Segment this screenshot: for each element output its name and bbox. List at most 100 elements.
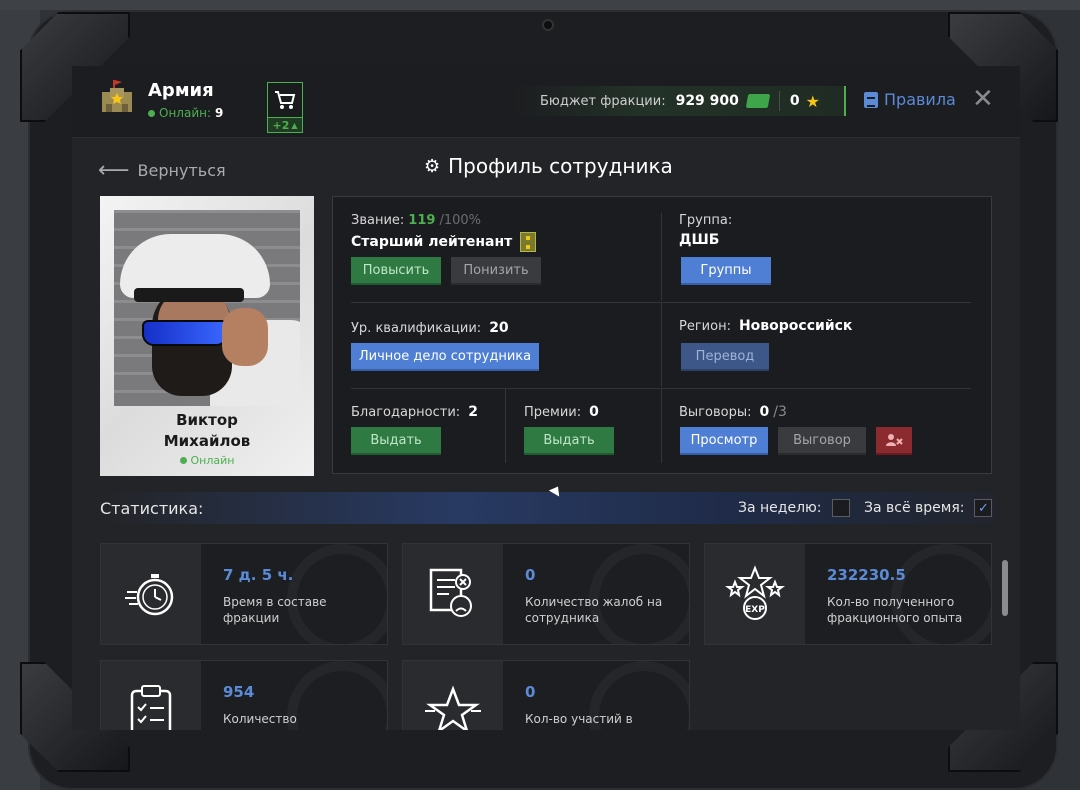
alltime-filter[interactable]: За всё время: ✓ [864,499,993,517]
stat-value: 0 [525,566,536,584]
rules-document-icon [864,91,878,108]
online-count: 9 [215,106,224,120]
arrow-left-icon: ⟵ [98,158,130,183]
budget-label: Бюджет фракции: [540,93,666,109]
give-bonus-button[interactable]: Выдать [524,427,614,455]
scrollbar-thumb[interactable] [1002,560,1008,616]
qualification-label: Ур. квалификации: [351,321,482,336]
employee-status: Онлайн [100,454,314,467]
stat-card: 954 Количество [100,660,388,730]
rules-label: Правила [884,90,956,109]
stat-card: 0 Количество жалоб на сотрудника [402,543,690,645]
personal-file-button[interactable]: Личное дело сотрудника [351,343,539,371]
employee-photo [114,210,300,406]
rank-progress: 119 [408,213,436,228]
app-header: Армия Онлайн: 9 +2 ▲ Бюджет фракции: 929… [72,66,1020,138]
divider [661,389,662,463]
employee-status-text: Онлайн [190,454,235,467]
rank-insignia-icon [520,232,537,252]
employee-first-name: Виктор [176,411,238,429]
stars-value: 0 [789,93,800,109]
bonus-value: 0 [589,404,599,420]
week-filter-label: За неделю: [738,500,822,516]
stat-description: Кол-во полученного фракционного опыта [827,595,963,625]
budget-value: 929 900 [675,93,739,109]
employee-info-panel: Звание: 119 /100% Старший лейтенант Повы… [332,196,992,474]
online-dot-icon [148,109,155,117]
close-icon[interactable]: ✕ [972,86,994,112]
demote-button[interactable]: Понизить [451,257,541,285]
transfer-button[interactable]: Перевод [681,343,769,371]
employee-photo-card: Виктор Михайлов Онлайн [100,196,314,476]
back-label: Вернуться [137,161,226,180]
reprimand-max: /3 [773,404,787,420]
user-remove-icon [886,434,903,446]
divider [505,389,506,463]
statistics-title: Статистика: [100,498,204,518]
bonus-label: Премии: [524,405,582,420]
promote-button[interactable]: Повысить [351,257,441,285]
thanks-row: Благодарности: 2 [351,404,478,420]
rank-progress-max: /100% [439,213,481,228]
faction-online: Онлайн: 9 [148,106,223,120]
cart-badge: +2 ▲ [267,117,303,133]
view-reprimands-button[interactable]: Просмотр [680,427,768,455]
background-top [0,0,1080,10]
tablet-camera [542,19,554,31]
stat-value: 232230.5 [827,566,906,584]
arrow-up-icon: ▲ [291,120,298,130]
remove-reprimand-button[interactable] [876,427,912,455]
stat-description: Количество [223,712,297,726]
cart-icon [275,91,296,109]
reprimand-value: 0 [759,404,770,420]
stat-value: 7 д. 5 ч. [223,566,294,584]
alltime-checkbox[interactable]: ✓ [974,499,993,517]
groups-button[interactable]: Группы [681,257,771,285]
stat-card: EXP 232230.5 Кол-во полученного фракцион… [704,543,992,645]
army-base-icon [102,80,132,112]
stat-card: 0 Кол-во участий в [402,660,690,730]
alltime-filter-label: За всё время: [864,500,965,516]
gear-icon: ⚙ [424,155,441,177]
stopwatch-icon [101,544,201,644]
complaint-icon [403,544,503,644]
region-value: Новороссийск [738,318,853,334]
star-icon [403,661,503,730]
employee-last-name: Михайлов [163,432,251,450]
reprimand-button[interactable]: Выговор [778,427,866,455]
star-icon: ★ [805,91,820,111]
shop-cart-button[interactable] [267,82,303,118]
week-filter[interactable]: За неделю: [738,499,850,517]
page-title: ⚙ Профиль сотрудника [424,154,673,178]
stat-description: Кол-во участий в [525,712,633,726]
svg-text:EXP: EXP [745,605,765,615]
exp-stars-icon: EXP [705,544,805,644]
reprimand-label: Выговоры: [679,405,752,420]
clipboard-icon [101,661,201,730]
bonus-row: Премии: 0 [524,404,599,420]
faction-name: Армия [148,80,214,101]
thanks-label: Благодарности: [351,405,461,420]
rank-name-row: Старший лейтенант [351,232,537,252]
online-dot-icon [179,457,187,464]
qualification-row: Ур. квалификации: 20 [351,320,509,336]
stat-description: Время в составе фракции [223,595,327,625]
reprimand-row: Выговоры: 0 /3 [679,404,787,420]
stat-card: 7 д. 5 ч. Время в составе фракции [100,543,388,645]
statistics-bar: Статистика: [100,492,994,524]
thanks-value: 2 [468,404,478,420]
employee-name: Виктор Михайлов [100,410,314,452]
back-button[interactable]: ⟵ Вернуться [98,158,226,183]
stat-value: 0 [525,683,536,701]
rank-label: Звание: [351,213,405,228]
stat-value: 954 [223,683,255,701]
faction-budget: Бюджет фракции: 929 900 0 ★ [512,86,846,116]
rank-row: Звание: 119 /100% [351,213,481,228]
rules-link[interactable]: Правила [864,90,956,109]
tablet-screen: Армия Онлайн: 9 +2 ▲ Бюджет фракции: 929… [72,66,1020,730]
week-checkbox[interactable] [831,499,850,517]
give-thanks-button[interactable]: Выдать [351,427,441,455]
group-value: ДШБ [679,232,720,248]
qualification-value: 20 [489,320,509,336]
rank-name: Старший лейтенант [351,234,513,250]
